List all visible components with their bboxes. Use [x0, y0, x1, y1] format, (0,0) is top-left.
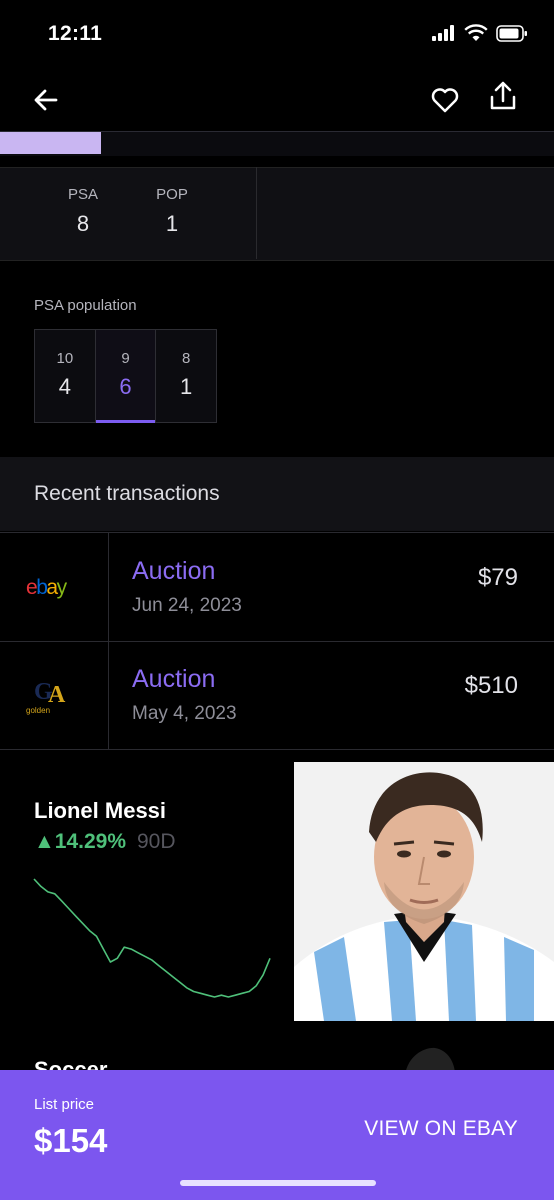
player-photo[interactable]: [294, 762, 554, 1021]
status-time: 12:11: [48, 22, 103, 45]
signal-icon: [432, 25, 454, 41]
status-icons: [432, 24, 528, 42]
population-grade-label: 8: [182, 350, 191, 367]
transactions-title: Recent transactions: [34, 482, 220, 505]
list-price-value: $154: [34, 1122, 108, 1159]
grade-label: PSA: [67, 186, 98, 203]
player-name[interactable]: Lionel Messi: [34, 798, 166, 824]
player-sparkline: [33, 878, 271, 998]
svg-text:A: A: [48, 682, 66, 708]
heart-icon[interactable]: [430, 85, 460, 115]
population-grade-8[interactable]: 8 1: [156, 330, 216, 422]
population-grade-label: 9: [121, 350, 130, 367]
battery-icon: [496, 24, 527, 42]
population-grade-10[interactable]: 10 4: [35, 330, 96, 422]
population-grade-count: 4: [58, 374, 71, 399]
goldin-auctions-logo: G A golden: [0, 641, 109, 749]
population-grades: 10 4 9 6 8 1: [34, 329, 217, 423]
home-indicator[interactable]: [180, 1180, 376, 1186]
transaction-row[interactable]: G A golden Auction May 4, 2023 $510: [0, 641, 554, 750]
grade-divider: [256, 167, 257, 259]
player-change-period: 90D: [137, 830, 176, 853]
wifi-icon: [464, 24, 488, 41]
grade-item-psa: PSA 8: [43, 186, 123, 237]
image-progress-fill: [0, 132, 101, 154]
grade-value: 8: [76, 211, 90, 236]
transaction-date: Jun 24, 2023: [132, 595, 242, 616]
back-arrow-icon[interactable]: [30, 84, 62, 116]
population-grade-label: 10: [56, 350, 74, 367]
goldin-auctions-logo-mark: G A golden: [26, 679, 66, 715]
population-grade-count: 1: [180, 374, 193, 399]
transaction-row[interactable]: ebay Auction Jun 24, 2023 $79: [0, 532, 554, 642]
svg-text:ebay: ebay: [26, 576, 68, 599]
transaction-date: May 4, 2023: [132, 703, 237, 724]
transaction-price: $79: [477, 564, 518, 591]
list-price-label: List price: [34, 1096, 95, 1113]
view-on-ebay-button[interactable]: VIEW ON EBAY: [364, 1117, 518, 1141]
sparkline-path: [33, 878, 271, 998]
population-grade-count: 6: [119, 374, 132, 399]
transaction-type: Auction: [132, 557, 216, 585]
transaction-price: $510: [464, 672, 518, 699]
share-icon[interactable]: [488, 80, 518, 112]
player-price-change: ▲14.29%: [34, 830, 127, 853]
ebay-logo-mark: ebay: [26, 576, 69, 599]
grade-value: 1: [165, 211, 179, 236]
population-title: PSA population: [34, 297, 137, 314]
ebay-logo: ebay: [0, 533, 109, 641]
grade-item-pop: POP 1: [132, 186, 212, 237]
transaction-type: Auction: [132, 665, 216, 693]
population-grade-9[interactable]: 9 6: [95, 330, 157, 423]
grade-label: POP: [156, 186, 188, 203]
svg-text:golden: golden: [26, 706, 50, 715]
